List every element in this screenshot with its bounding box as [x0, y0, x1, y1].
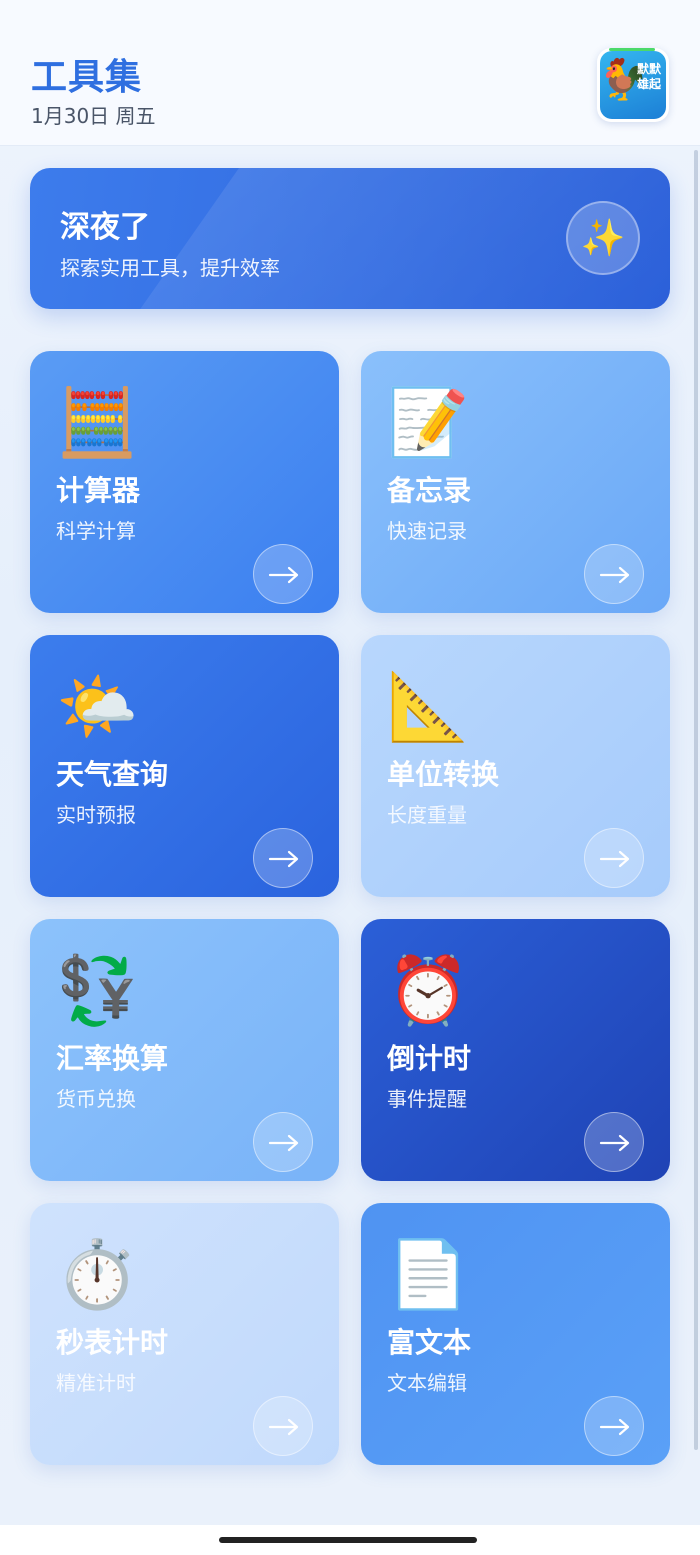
home-indicator[interactable]: [219, 1537, 477, 1543]
sparkles-icon: ✨: [566, 201, 640, 275]
arrow-right-icon[interactable]: [253, 1396, 313, 1456]
tool-card-title: 富文本: [387, 1326, 472, 1359]
tool-card-currency[interactable]: 💱 汇率换算 货币兑换: [30, 919, 339, 1181]
tool-card-subtitle: 货币兑换: [56, 1087, 136, 1111]
tool-card-subtitle: 科学计算: [56, 519, 136, 543]
tool-card-calculator[interactable]: 🧮 计算器 科学计算: [30, 351, 339, 613]
tool-card-title: 汇率换算: [56, 1042, 169, 1075]
tool-card-weather[interactable]: 🌤️ 天气查询 实时预报: [30, 635, 339, 897]
tool-card-subtitle: 长度重量: [387, 803, 467, 827]
tool-card-subtitle: 快速记录: [387, 519, 467, 543]
tool-card-subtitle: 精准计时: [56, 1371, 136, 1395]
ruler-icon: 📐: [387, 668, 470, 745]
date-label: 1月30日 周五: [31, 104, 156, 128]
arrow-right-icon[interactable]: [253, 828, 313, 888]
abacus-icon: 🧮: [56, 384, 139, 461]
avatar-text: 默默雄起: [636, 62, 661, 91]
stopwatch-icon: ⏱️: [56, 1236, 139, 1313]
arrow-right-icon[interactable]: [584, 1396, 644, 1456]
tool-card-countdown[interactable]: ⏰ 倒计时 事件提醒: [361, 919, 670, 1181]
banner-title: 深夜了: [60, 210, 150, 245]
tool-card-title: 备忘录: [387, 474, 472, 507]
arrow-right-icon[interactable]: [253, 1112, 313, 1172]
arrow-right-icon[interactable]: [584, 1112, 644, 1172]
tool-card-title: 天气查询: [56, 758, 169, 791]
currency-exchange-icon: 💱: [56, 952, 139, 1029]
tool-card-subtitle: 实时预报: [56, 803, 136, 827]
tool-card-title: 秒表计时: [56, 1326, 169, 1359]
tool-card-rich-text[interactable]: 📄 富文本 文本编辑: [361, 1203, 670, 1465]
document-icon: 📄: [387, 1236, 470, 1313]
arrow-right-icon[interactable]: [253, 544, 313, 604]
welcome-banner: 深夜了 探索实用工具，提升效率 ✨: [30, 168, 670, 309]
arrow-right-icon[interactable]: [584, 828, 644, 888]
tool-card-title: 倒计时: [387, 1042, 472, 1075]
scrollbar[interactable]: [694, 150, 698, 1450]
alarm-clock-icon: ⏰: [387, 952, 470, 1029]
tool-card-subtitle: 文本编辑: [387, 1371, 467, 1395]
app-header: 工具集 1月30日 周五 🐓 默默雄起: [0, 0, 700, 146]
memo-icon: 📝: [387, 384, 470, 461]
tool-card-stopwatch[interactable]: ⏱️ 秒表计时 精准计时: [30, 1203, 339, 1465]
weather-icon: 🌤️: [56, 668, 139, 745]
tool-card-title: 计算器: [56, 474, 141, 507]
banner-subtitle: 探索实用工具，提升效率: [60, 256, 280, 280]
tool-card-title: 单位转换: [387, 758, 500, 791]
tool-card-memo[interactable]: 📝 备忘录 快速记录: [361, 351, 670, 613]
tool-card-unit-converter[interactable]: 📐 单位转换 长度重量: [361, 635, 670, 897]
avatar[interactable]: 🐓 默默雄起: [597, 48, 669, 122]
arrow-right-icon[interactable]: [584, 544, 644, 604]
tool-card-subtitle: 事件提醒: [387, 1087, 467, 1111]
page-title: 工具集: [31, 57, 143, 98]
